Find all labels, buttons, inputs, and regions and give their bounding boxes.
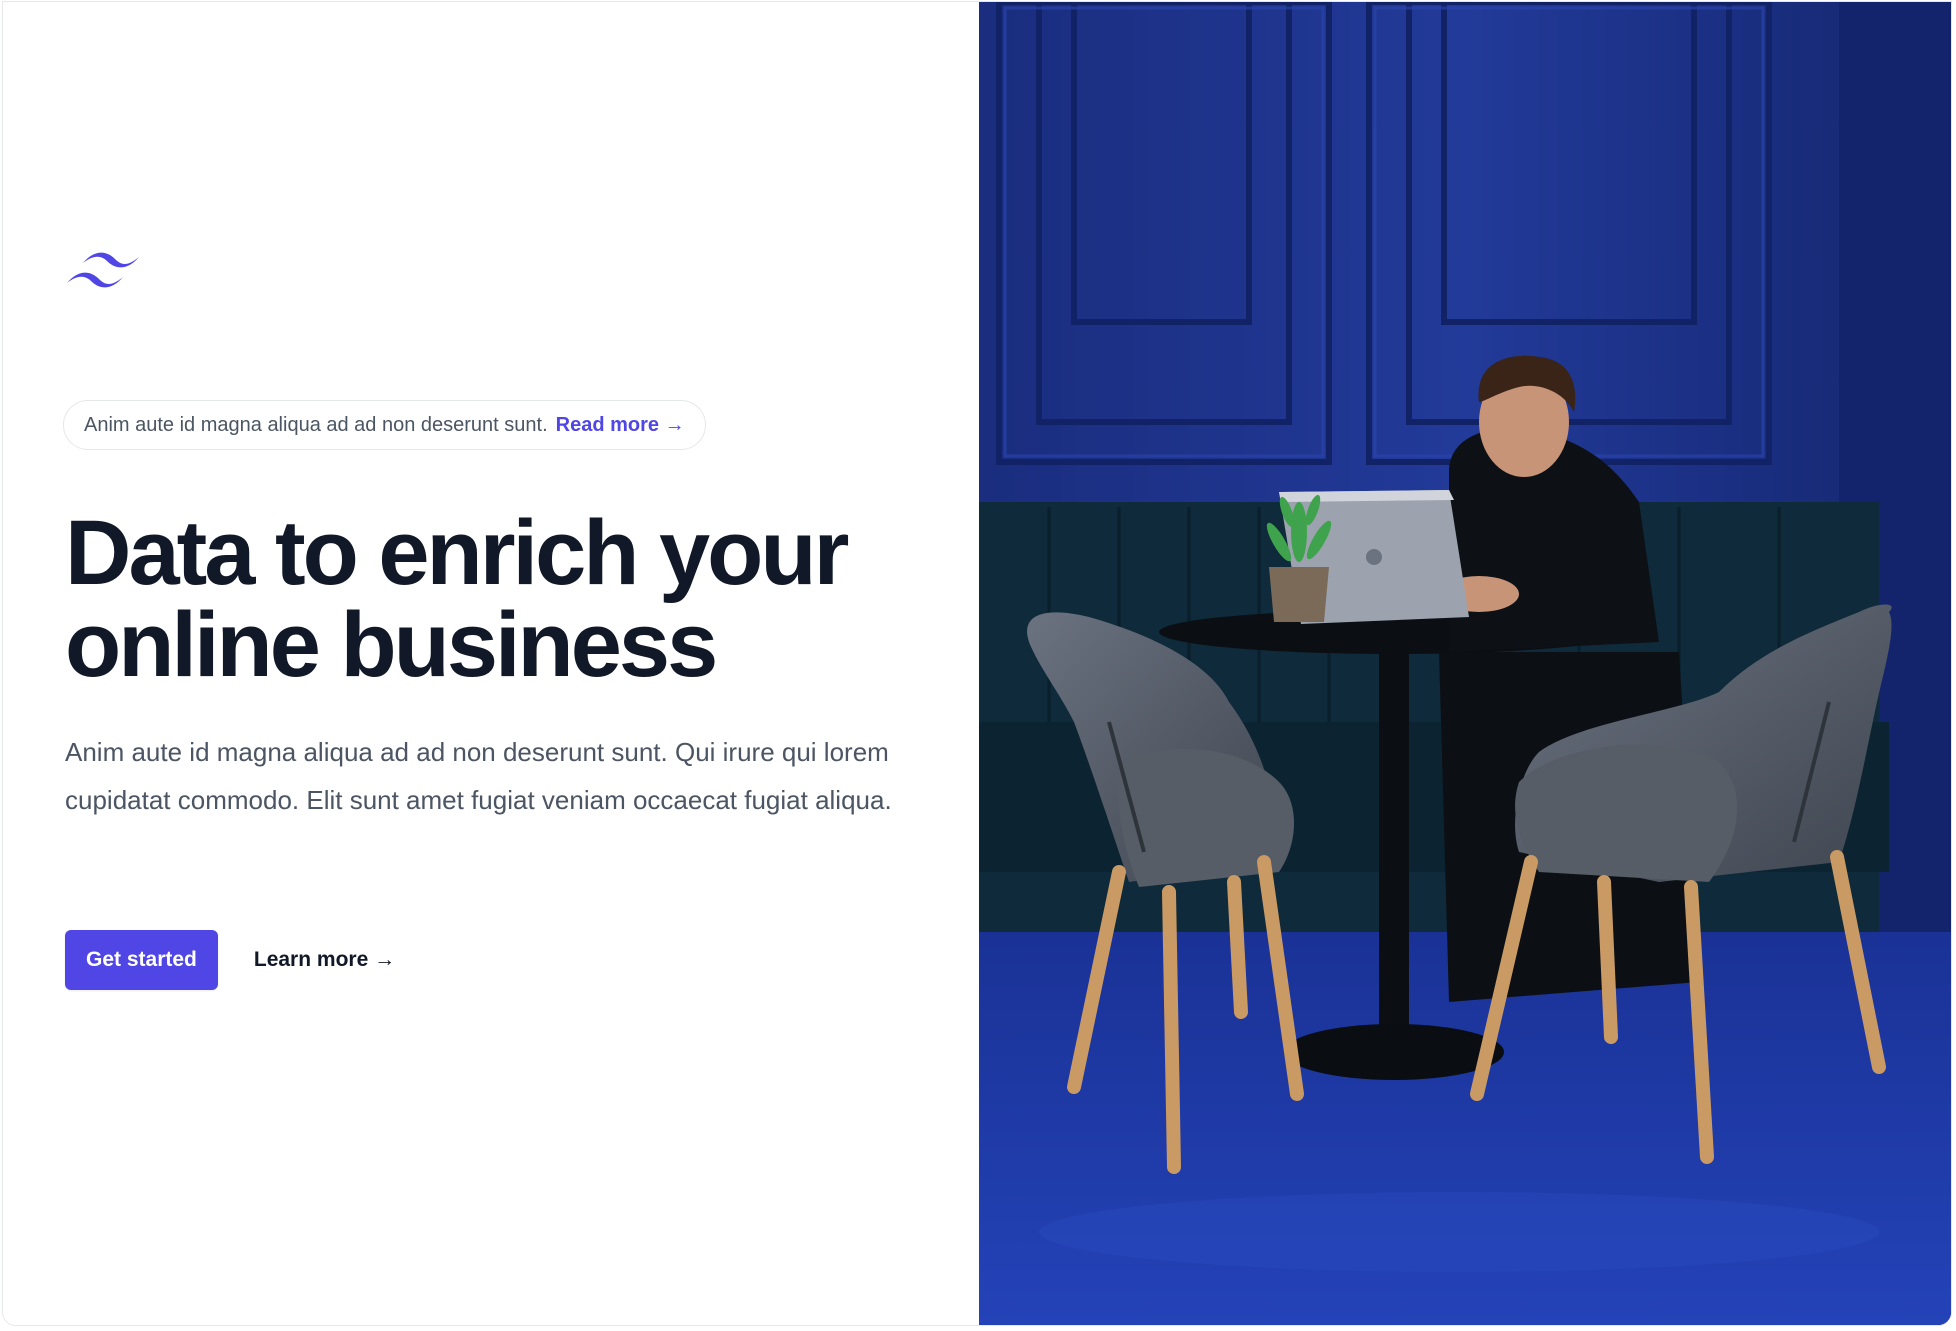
headline-line-1: Data to enrich your — [65, 502, 849, 604]
read-more-link[interactable]: Read more → — [556, 414, 685, 437]
wave-logo-icon[interactable] — [65, 249, 143, 297]
hero-actions: Get started Learn more → — [65, 930, 395, 990]
hero-content: Anim aute id magna aliqua ad ad non dese… — [3, 2, 979, 1325]
office-photo-illustration — [979, 2, 1951, 1325]
office-photo-image — [979, 2, 1951, 1325]
learn-more-link[interactable]: Learn more → — [254, 948, 395, 972]
headline-line-2: online business — [65, 594, 718, 696]
announcement-text: Anim aute id magna aliqua ad ad non dese… — [84, 413, 548, 436]
get-started-button[interactable]: Get started — [65, 930, 218, 990]
hero-description: Anim aute id magna aliqua ad ad non dese… — [65, 737, 892, 815]
announcement-pill: Anim aute id magna aliqua ad ad non dese… — [63, 400, 706, 450]
page-frame: Anim aute id magna aliqua ad ad non dese… — [2, 1, 1952, 1326]
hero-headline: Data to enrich your online business — [65, 507, 965, 691]
